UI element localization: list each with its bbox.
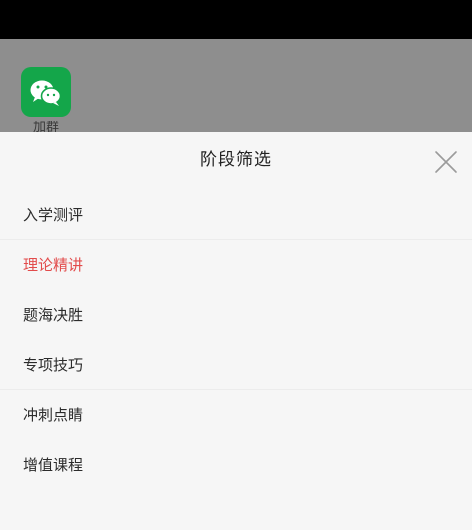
status-bar <box>0 0 472 39</box>
close-button[interactable] <box>432 148 460 176</box>
menu-item-label: 专项技巧 <box>23 356 84 374</box>
menu-item-practice[interactable]: 题海决胜 <box>0 290 472 340</box>
wechat-icon[interactable] <box>21 67 71 117</box>
menu-item-label: 理论精讲 <box>23 256 84 274</box>
menu-item-entry-test[interactable]: 入学测评 <box>0 190 472 240</box>
stage-filter-sheet: 阶段筛选 入学测评 理论精讲 题海决胜 专项技巧 冲刺点睛 增值课程 <box>0 132 472 530</box>
stage-menu: 入学测评 理论精讲 题海决胜 专项技巧 冲刺点睛 增值课程 <box>0 190 472 490</box>
menu-item-sprint[interactable]: 冲刺点睛 <box>0 390 472 440</box>
menu-item-extra[interactable]: 增值课程 <box>0 440 472 490</box>
dimmed-background[interactable]: 加群 <box>0 39 472 132</box>
menu-item-label: 入学测评 <box>23 206 84 224</box>
menu-item-label: 冲刺点睛 <box>23 406 84 424</box>
app-label: 加群 <box>32 121 59 132</box>
menu-item-label: 题海决胜 <box>23 306 84 324</box>
menu-item-theory[interactable]: 理论精讲 <box>0 240 472 290</box>
menu-item-skills[interactable]: 专项技巧 <box>0 340 472 390</box>
sheet-title: 阶段筛选 <box>200 150 272 170</box>
menu-item-label: 增值课程 <box>23 456 84 474</box>
close-icon <box>435 151 457 173</box>
